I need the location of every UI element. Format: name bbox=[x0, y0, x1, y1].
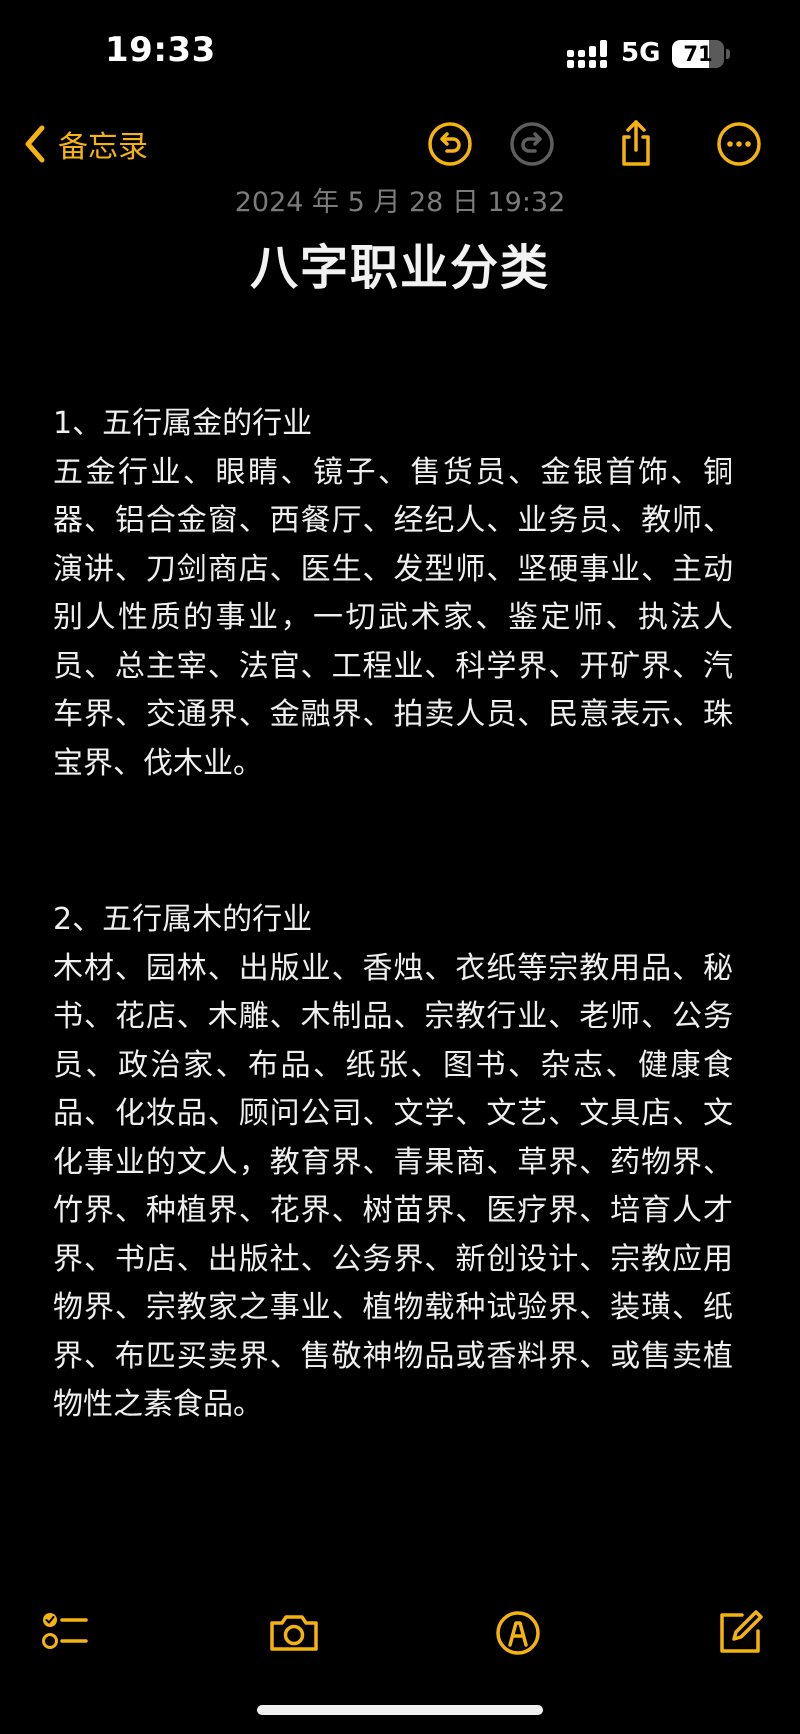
more-icon bbox=[717, 122, 761, 166]
markup-pen-icon bbox=[496, 1611, 540, 1655]
compose-button[interactable] bbox=[712, 1605, 768, 1661]
section-heading: 2、五行属木的行业 bbox=[53, 902, 313, 937]
battery-icon: 71 bbox=[672, 40, 730, 68]
bottom-toolbar bbox=[0, 1605, 800, 1665]
markup-button[interactable] bbox=[490, 1605, 546, 1661]
more-button[interactable] bbox=[713, 118, 765, 170]
camera-icon bbox=[270, 1615, 318, 1651]
note-section: 1、五行属金的行业 五金行业、眼睛、镜子、售货员、金银首饰、铜器、铝合金窗、西餐… bbox=[53, 400, 733, 788]
note-section: 2、五行属木的行业 木材、园林、出版业、香烛、衣纸等宗教用品、秘书、花店、木雕、… bbox=[53, 896, 733, 1430]
share-button[interactable] bbox=[610, 118, 662, 170]
checklist-icon bbox=[42, 1613, 88, 1649]
chevron-left-icon bbox=[25, 125, 45, 163]
status-bar: 19:33 5G 71 bbox=[0, 0, 800, 110]
redo-icon bbox=[510, 122, 554, 166]
back-label: 备忘录 bbox=[58, 130, 148, 165]
note-date: 2024 年 5 月 28 日 19:32 bbox=[234, 187, 566, 218]
nav-bar: 备忘录 bbox=[0, 110, 800, 180]
battery-level: 71 bbox=[683, 42, 713, 66]
status-time: 19:33 bbox=[105, 30, 216, 70]
note-title[interactable]: 八字职业分类 bbox=[0, 228, 800, 298]
share-icon bbox=[622, 120, 650, 166]
network-type: 5G bbox=[621, 38, 661, 68]
section-heading: 1、五行属金的行业 bbox=[53, 406, 313, 441]
note-body[interactable]: 1、五行属金的行业 五金行业、眼睛、镜子、售货员、金银首饰、铜器、铝合金窗、西餐… bbox=[53, 400, 733, 1538]
section-text: 木材、园林、出版业、香烛、衣纸等宗教用品、秘书、花店、木雕、木制品、宗教行业、老… bbox=[53, 950, 733, 1423]
undo-icon bbox=[428, 122, 472, 166]
camera-button[interactable] bbox=[266, 1605, 322, 1661]
compose-icon bbox=[720, 1610, 763, 1653]
signal-strength-icon bbox=[567, 40, 607, 68]
home-indicator[interactable] bbox=[257, 1705, 543, 1715]
section-text: 五金行业、眼睛、镜子、售货员、金银首饰、铜器、铝合金窗、西餐厅、经纪人、业务员、… bbox=[53, 454, 733, 781]
undo-button[interactable] bbox=[424, 118, 476, 170]
back-button[interactable]: 备忘录 bbox=[22, 118, 148, 170]
checklist-button[interactable] bbox=[38, 1605, 94, 1661]
redo-button[interactable] bbox=[506, 118, 558, 170]
